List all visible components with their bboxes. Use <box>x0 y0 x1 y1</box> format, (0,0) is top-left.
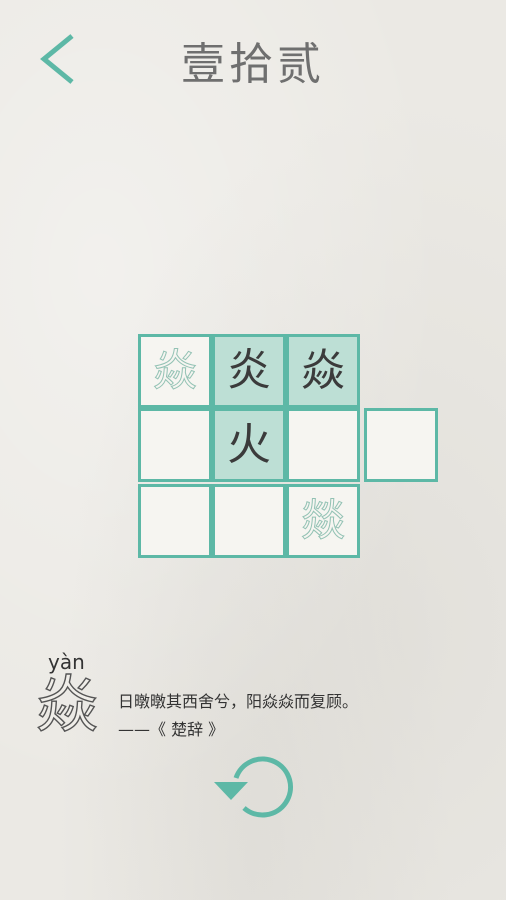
cell-r0c0[interactable]: 焱 <box>138 334 212 408</box>
cell-r2c0[interactable] <box>138 484 212 558</box>
featured-character: 焱 <box>35 668 99 741</box>
cell-r0c2[interactable]: 焱 <box>286 334 360 408</box>
quote-text: 日暾暾其西舍兮，阳焱焱而复顾。 <box>118 692 359 711</box>
quote-source: ——《 楚辞 》 <box>118 720 225 739</box>
level-title: 壹拾贰 <box>181 39 325 90</box>
cell-r0c1[interactable]: 炎 <box>212 334 286 408</box>
cell-r2c2[interactable]: 燚 <box>286 484 360 558</box>
cell-char: 焱 <box>301 345 345 396</box>
cell-r2c1[interactable] <box>212 484 286 558</box>
cell-char: 燚 <box>301 495 346 546</box>
cell-r1c2[interactable] <box>286 408 360 482</box>
cell-char: 火 <box>227 419 271 470</box>
cell-r1c1[interactable]: 火 <box>212 408 286 482</box>
cell-char: 焱 <box>153 345 198 396</box>
reset-button[interactable] <box>214 752 296 824</box>
cell-r1c0[interactable] <box>138 408 212 482</box>
refresh-icon <box>214 756 294 818</box>
cell-char: 炎 <box>227 345 271 396</box>
cell-r1c3[interactable] <box>364 408 438 482</box>
